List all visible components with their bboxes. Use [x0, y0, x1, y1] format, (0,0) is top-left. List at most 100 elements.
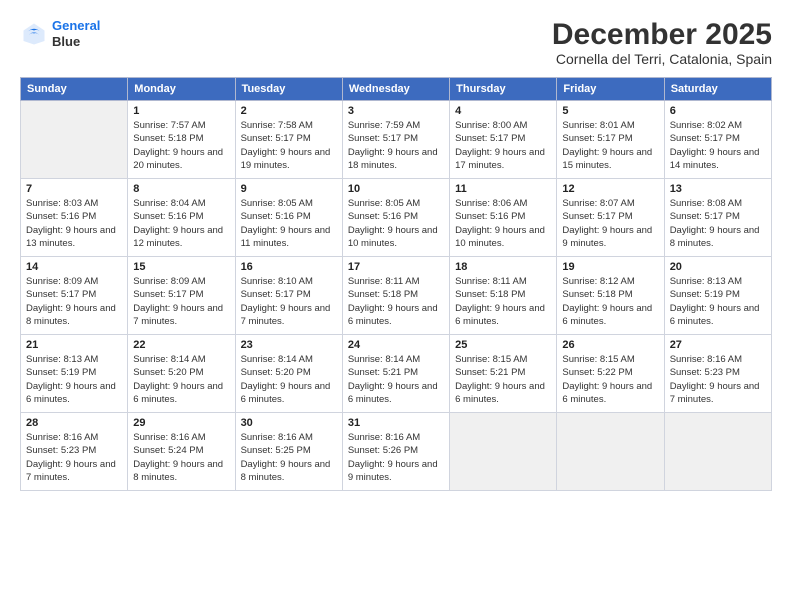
month-title: December 2025 — [552, 18, 772, 51]
day-info: Sunrise: 8:14 AMSunset: 5:21 PMDaylight:… — [348, 353, 444, 406]
day-info: Sunrise: 8:16 AMSunset: 5:25 PMDaylight:… — [241, 431, 337, 484]
calendar-cell: 1 Sunrise: 7:57 AMSunset: 5:18 PMDaylight… — [128, 101, 235, 179]
calendar-cell: 18 Sunrise: 8:11 AMSunset: 5:18 PMDayligh… — [450, 257, 557, 335]
calendar-cell: 19Sunrise: 8:12 AMSunset: 5:18 PMDayligh… — [557, 257, 664, 335]
day-number: 23 — [241, 339, 337, 351]
weekday-header: Tuesday — [235, 78, 342, 101]
day-info: Sunrise: 8:08 AMSunset: 5:17 PMDaylight:… — [670, 197, 766, 250]
day-info: Sunrise: 8:03 AMSunset: 5:16 PMDaylight:… — [26, 197, 122, 250]
calendar-cell: 13 Sunrise: 8:08 AMSunset: 5:17 PMDayligh… — [664, 179, 771, 257]
calendar-cell: 5 Sunrise: 8:01 AMSunset: 5:17 PMDaylight… — [557, 101, 664, 179]
calendar-cell: 24 Sunrise: 8:14 AMSunset: 5:21 PMDayligh… — [342, 335, 449, 413]
day-number: 5 — [562, 105, 658, 117]
calendar-cell: 9 Sunrise: 8:05 AMSunset: 5:16 PMDaylight… — [235, 179, 342, 257]
day-number: 13 — [670, 183, 766, 195]
day-number: 12 — [562, 183, 658, 195]
day-number: 25 — [455, 339, 551, 351]
page: General Blue December 2025 Cornella del … — [0, 0, 792, 612]
day-number: 18 — [455, 261, 551, 273]
day-info: Sunrise: 7:58 AMSunset: 5:17 PMDaylight:… — [241, 119, 337, 172]
weekday-header: Thursday — [450, 78, 557, 101]
day-info: Sunrise: 8:13 AMSunset: 5:19 PMDaylight:… — [26, 353, 122, 406]
weekday-header: Sunday — [21, 78, 128, 101]
day-info: Sunrise: 8:15 AMSunset: 5:22 PMDaylight:… — [562, 353, 658, 406]
calendar-cell: 21 Sunrise: 8:13 AMSunset: 5:19 PMDayligh… — [21, 335, 128, 413]
day-info: Sunrise: 8:11 AMSunset: 5:18 PMDaylight:… — [455, 275, 551, 328]
day-number: 24 — [348, 339, 444, 351]
calendar-cell: 6 Sunrise: 8:02 AMSunset: 5:17 PMDaylight… — [664, 101, 771, 179]
calendar-week-row: 14 Sunrise: 8:09 AMSunset: 5:17 PMDayligh… — [21, 257, 772, 335]
calendar-week-row: 21 Sunrise: 8:13 AMSunset: 5:19 PMDayligh… — [21, 335, 772, 413]
day-info: Sunrise: 8:15 AMSunset: 5:21 PMDaylight:… — [455, 353, 551, 406]
calendar-cell: 4 Sunrise: 8:00 AMSunset: 5:17 PMDaylight… — [450, 101, 557, 179]
day-info: Sunrise: 7:57 AMSunset: 5:18 PMDaylight:… — [133, 119, 229, 172]
day-info: Sunrise: 7:59 AMSunset: 5:17 PMDaylight:… — [348, 119, 444, 172]
location: Cornella del Terri, Catalonia, Spain — [552, 51, 772, 67]
calendar-table: SundayMondayTuesdayWednesdayThursdayFrid… — [20, 77, 772, 491]
day-info: Sunrise: 8:14 AMSunset: 5:20 PMDaylight:… — [241, 353, 337, 406]
day-info: Sunrise: 8:05 AMSunset: 5:16 PMDaylight:… — [348, 197, 444, 250]
day-info: Sunrise: 8:04 AMSunset: 5:16 PMDaylight:… — [133, 197, 229, 250]
day-number: 1 — [133, 105, 229, 117]
day-info: Sunrise: 8:10 AMSunset: 5:17 PMDaylight:… — [241, 275, 337, 328]
day-info: Sunrise: 8:16 AMSunset: 5:24 PMDaylight:… — [133, 431, 229, 484]
day-number: 27 — [670, 339, 766, 351]
calendar-cell: 20 Sunrise: 8:13 AMSunset: 5:19 PMDayligh… — [664, 257, 771, 335]
calendar-cell: 25 Sunrise: 8:15 AMSunset: 5:21 PMDayligh… — [450, 335, 557, 413]
day-number: 9 — [241, 183, 337, 195]
day-number: 31 — [348, 417, 444, 429]
calendar-week-row: 28 Sunrise: 8:16 AMSunset: 5:23 PMDayligh… — [21, 413, 772, 491]
calendar-cell: 3 Sunrise: 7:59 AMSunset: 5:17 PMDaylight… — [342, 101, 449, 179]
calendar-cell — [21, 101, 128, 179]
day-number: 29 — [133, 417, 229, 429]
calendar-cell — [557, 413, 664, 491]
calendar-cell: 7Sunrise: 8:03 AMSunset: 5:16 PMDaylight… — [21, 179, 128, 257]
calendar-cell: 11 Sunrise: 8:06 AMSunset: 5:16 PMDayligh… — [450, 179, 557, 257]
calendar-cell — [450, 413, 557, 491]
day-number: 21 — [26, 339, 122, 351]
calendar-cell: 2 Sunrise: 7:58 AMSunset: 5:17 PMDaylight… — [235, 101, 342, 179]
day-number: 14 — [26, 261, 122, 273]
logo-icon — [20, 20, 48, 48]
calendar-cell: 30 Sunrise: 8:16 AMSunset: 5:25 PMDayligh… — [235, 413, 342, 491]
day-number: 10 — [348, 183, 444, 195]
day-number: 4 — [455, 105, 551, 117]
calendar-cell: 14 Sunrise: 8:09 AMSunset: 5:17 PMDayligh… — [21, 257, 128, 335]
day-number: 2 — [241, 105, 337, 117]
day-info: Sunrise: 8:09 AMSunset: 5:17 PMDaylight:… — [26, 275, 122, 328]
day-number: 17 — [348, 261, 444, 273]
day-number: 28 — [26, 417, 122, 429]
calendar-cell: 8 Sunrise: 8:04 AMSunset: 5:16 PMDaylight… — [128, 179, 235, 257]
calendar-cell: 23 Sunrise: 8:14 AMSunset: 5:20 PMDayligh… — [235, 335, 342, 413]
calendar-cell — [664, 413, 771, 491]
day-info: Sunrise: 8:11 AMSunset: 5:18 PMDaylight:… — [348, 275, 444, 328]
day-info: Sunrise: 8:06 AMSunset: 5:16 PMDaylight:… — [455, 197, 551, 250]
day-number: 6 — [670, 105, 766, 117]
calendar-cell: 12Sunrise: 8:07 AMSunset: 5:17 PMDayligh… — [557, 179, 664, 257]
logo: General Blue — [20, 18, 100, 49]
weekday-header: Saturday — [664, 78, 771, 101]
weekday-header: Monday — [128, 78, 235, 101]
day-info: Sunrise: 8:16 AMSunset: 5:23 PMDaylight:… — [26, 431, 122, 484]
title-block: December 2025 Cornella del Terri, Catalo… — [552, 18, 772, 67]
calendar-cell: 22Sunrise: 8:14 AMSunset: 5:20 PMDayligh… — [128, 335, 235, 413]
day-number: 20 — [670, 261, 766, 273]
calendar-week-row: 7Sunrise: 8:03 AMSunset: 5:16 PMDaylight… — [21, 179, 772, 257]
day-number: 3 — [348, 105, 444, 117]
calendar-header-row: SundayMondayTuesdayWednesdayThursdayFrid… — [21, 78, 772, 101]
day-number: 11 — [455, 183, 551, 195]
calendar-cell: 10 Sunrise: 8:05 AMSunset: 5:16 PMDayligh… — [342, 179, 449, 257]
header: General Blue December 2025 Cornella del … — [20, 18, 772, 67]
calendar-week-row: 1 Sunrise: 7:57 AMSunset: 5:18 PMDaylight… — [21, 101, 772, 179]
calendar-cell: 26Sunrise: 8:15 AMSunset: 5:22 PMDayligh… — [557, 335, 664, 413]
day-info: Sunrise: 8:16 AMSunset: 5:26 PMDaylight:… — [348, 431, 444, 484]
day-info: Sunrise: 8:13 AMSunset: 5:19 PMDaylight:… — [670, 275, 766, 328]
day-info: Sunrise: 8:02 AMSunset: 5:17 PMDaylight:… — [670, 119, 766, 172]
day-info: Sunrise: 8:01 AMSunset: 5:17 PMDaylight:… — [562, 119, 658, 172]
day-number: 8 — [133, 183, 229, 195]
day-number: 22 — [133, 339, 229, 351]
day-info: Sunrise: 8:00 AMSunset: 5:17 PMDaylight:… — [455, 119, 551, 172]
day-number: 15 — [133, 261, 229, 273]
day-number: 30 — [241, 417, 337, 429]
day-info: Sunrise: 8:05 AMSunset: 5:16 PMDaylight:… — [241, 197, 337, 250]
